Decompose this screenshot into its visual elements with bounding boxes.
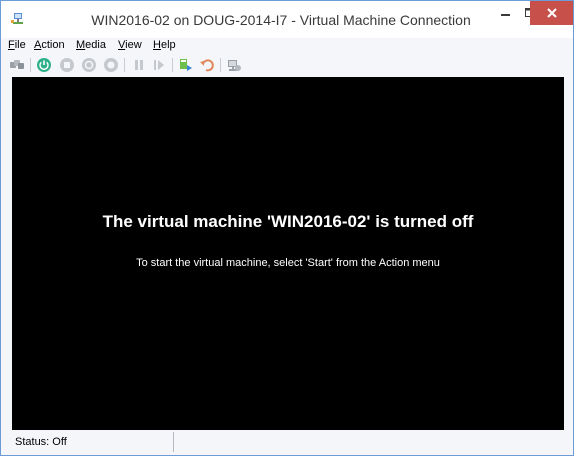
revert-button[interactable] [199,57,215,73]
checkpoint-button[interactable] [178,57,194,73]
turn-off-icon [60,58,74,72]
menu-file[interactable]: File [8,39,26,51]
vm-off-message-body: To start the virtual machine, select 'St… [136,257,440,269]
toolbar-separator [220,58,221,72]
toolbar-separator [172,58,173,72]
ctrl-alt-del-icon [10,60,24,69]
menu-action[interactable]: Action [34,39,65,51]
pause-icon [135,60,143,70]
minimize-icon [501,14,510,16]
enhanced-session-icon [228,60,241,71]
save-button[interactable] [103,57,119,73]
menu-bar: File Action Media View Help [1,38,573,54]
status-bar: Status: Off [1,430,573,455]
toolbar [1,54,573,76]
enhanced-session-button[interactable] [226,57,242,73]
vm-connection-app-icon[interactable] [11,12,25,26]
revert-icon [200,59,214,72]
start-icon [37,58,51,72]
ctrl-alt-del-button[interactable] [9,57,25,73]
title-bar[interactable]: WIN2016-02 on DOUG-2014-I7 - Virtual Mac… [1,1,573,38]
turn-off-button[interactable] [59,57,75,73]
save-icon [104,58,118,72]
close-button[interactable] [530,1,573,25]
status-divider [173,432,174,452]
resume-icon [154,60,164,70]
status-text: Status: Off [15,436,67,448]
pause-button[interactable] [131,57,147,73]
resume-button[interactable] [151,57,167,73]
menu-media[interactable]: Media [76,39,106,51]
vm-display[interactable]: The virtual machine 'WIN2016-02' is turn… [12,77,564,430]
vm-off-message-title: The virtual machine 'WIN2016-02' is turn… [102,212,474,231]
checkpoint-icon [180,59,192,71]
toolbar-separator [30,58,31,72]
window-title: WIN2016-02 on DOUG-2014-I7 - Virtual Mac… [91,12,471,28]
shut-down-button[interactable] [81,57,97,73]
toolbar-separator [124,58,125,72]
shut-down-icon [82,58,96,72]
menu-help[interactable]: Help [153,39,176,51]
close-icon [546,8,557,18]
menu-view[interactable]: View [118,39,142,51]
start-button[interactable] [36,57,52,73]
vm-connection-window: WIN2016-02 on DOUG-2014-I7 - Virtual Mac… [0,0,574,456]
